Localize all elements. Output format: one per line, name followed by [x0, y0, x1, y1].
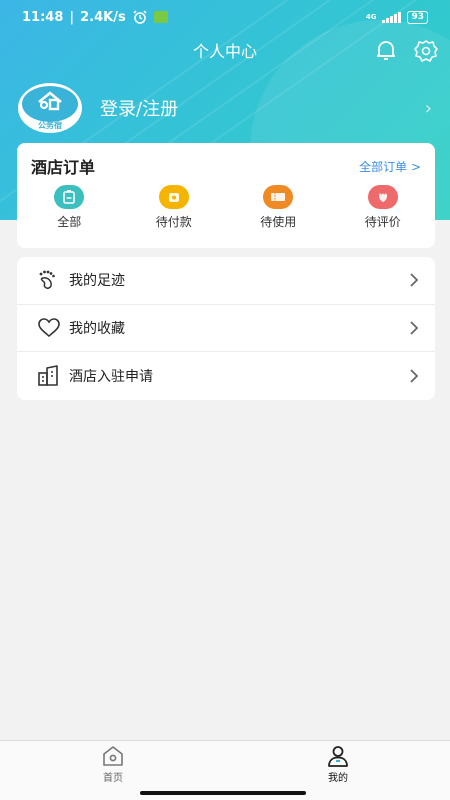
signal-icon: [382, 11, 402, 23]
order-tab-label: 待使用: [260, 215, 297, 229]
footprint-icon: [39, 270, 55, 290]
login-register-link[interactable]: 登录/注册: [100, 95, 178, 121]
order-tab-label: 全部: [57, 215, 82, 229]
status-bar: 11:48 | 2.4K/s 4G 93: [0, 0, 450, 34]
profile-section[interactable]: 公务宿 登录/注册 ›: [18, 82, 432, 134]
tab-label: 我的: [328, 773, 348, 784]
gear-icon[interactable]: [413, 38, 439, 64]
network-label: 4G: [365, 13, 377, 21]
chevron-right-icon: [410, 273, 419, 287]
order-tab-pending-payment[interactable]: 待付款: [129, 185, 219, 230]
menu-item-label: 酒店入驻申请: [69, 368, 153, 385]
home-indicator: [140, 791, 306, 795]
user-icon: [328, 746, 348, 767]
menu-item-label: 我的收藏: [69, 320, 125, 337]
heart-icon: [38, 318, 60, 337]
download-icon: [153, 11, 168, 23]
tab-label: 首页: [103, 773, 123, 784]
chevron-right-icon: ›: [424, 97, 432, 119]
menu-card: 我的足迹 我的收藏 酒店入驻申请: [17, 257, 435, 400]
wallet-icon: [158, 185, 189, 209]
hotel-orders-title: 酒店订单: [31, 158, 96, 177]
tab-home[interactable]: 首页: [83, 745, 143, 784]
tab-mine[interactable]: 我的: [308, 745, 368, 784]
menu-item-hotel-application[interactable]: 酒店入驻申请: [17, 352, 435, 400]
order-tab-label: 待评价: [364, 215, 401, 229]
building-icon: [38, 365, 58, 386]
order-tab-pending-use[interactable]: 待使用: [233, 185, 323, 230]
chevron-right-icon: [410, 321, 419, 335]
all-orders-link[interactable]: 全部订单 >: [359, 158, 421, 175]
avatar[interactable]: 公务宿: [18, 83, 82, 133]
home-icon: [103, 746, 123, 766]
ticket-icon: [263, 185, 294, 209]
flower-icon: [367, 185, 398, 209]
menu-item-favorites[interactable]: 我的收藏: [17, 305, 435, 353]
hotel-orders-card: 酒店订单 全部订单 > 全部 待付款 待使用 待评价: [17, 143, 435, 248]
bell-icon[interactable]: [373, 38, 399, 64]
clipboard-icon: [54, 185, 85, 209]
status-time: 11:48: [22, 9, 64, 25]
order-tab-all[interactable]: 全部: [24, 185, 114, 230]
order-tab-label: 待付款: [155, 215, 192, 229]
status-speed: 2.4K/s: [80, 9, 126, 25]
avatar-label: 公务宿: [38, 121, 62, 130]
order-tab-pending-review[interactable]: 待评价: [338, 185, 428, 230]
alarm-icon: [133, 10, 147, 24]
menu-item-label: 我的足迹: [69, 273, 125, 290]
menu-item-footprints[interactable]: 我的足迹: [17, 257, 435, 305]
chevron-right-icon: [410, 369, 419, 383]
house-logo-icon: [38, 91, 62, 111]
battery-indicator: 93: [407, 10, 428, 24]
